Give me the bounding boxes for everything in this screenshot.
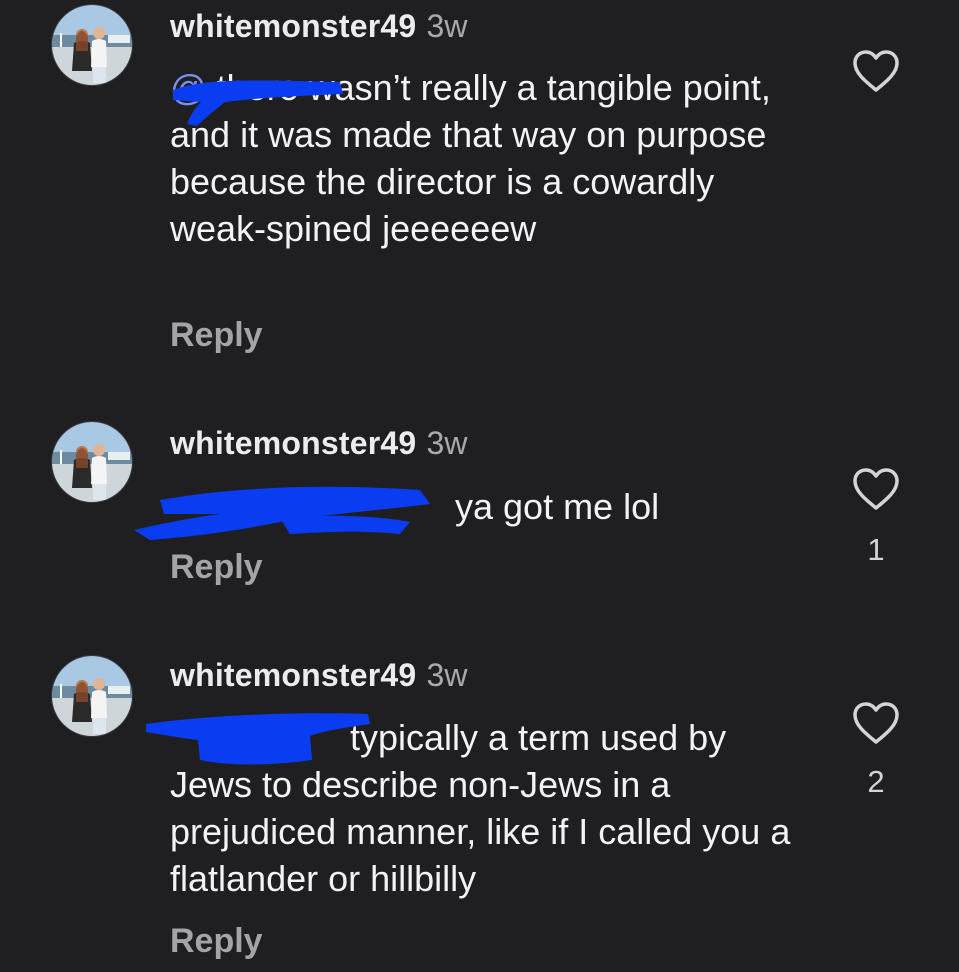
comment-body: typically a term used by Jews to describ…: [170, 717, 791, 899]
comment-thread: whitemonster49 3w @ there wasn’t really a…: [0, 0, 959, 972]
heart-icon: [853, 50, 899, 92]
like-button[interactable]: [851, 700, 901, 746]
comment-text: ya got me lol: [170, 483, 855, 530]
timestamp: 3w: [426, 657, 468, 693]
username[interactable]: whitemonster49 3w: [170, 8, 468, 45]
avatar[interactable]: [51, 655, 133, 737]
username[interactable]: whitemonster49 3w: [170, 425, 468, 462]
comment-text: typically a term used by Jews to describ…: [170, 714, 810, 902]
heart-icon: [853, 702, 899, 744]
reply-button[interactable]: Reply: [170, 922, 263, 961]
comment-text: @ there wasn’t really a tangible point, …: [170, 64, 820, 252]
comment-body: there wasn’t really a tangible point, an…: [170, 67, 771, 249]
timestamp: 3w: [426, 8, 468, 44]
username-text[interactable]: whitemonster49: [170, 8, 416, 44]
mention-link[interactable]: @: [170, 67, 207, 108]
avatar[interactable]: [51, 421, 133, 503]
like-button[interactable]: [851, 466, 901, 512]
avatar-photo: [52, 422, 132, 502]
avatar-photo: [52, 5, 132, 85]
username-text[interactable]: whitemonster49: [170, 657, 416, 693]
timestamp: 3w: [426, 425, 468, 461]
like-count: 2: [867, 764, 885, 799]
username[interactable]: whitemonster49 3w: [170, 657, 468, 694]
reply-button[interactable]: Reply: [170, 548, 263, 587]
heart-icon: [853, 468, 899, 510]
avatar-photo: [52, 656, 132, 736]
avatar[interactable]: [51, 4, 133, 86]
like-button[interactable]: [851, 48, 901, 94]
comment-body: ya got me lol: [455, 486, 660, 527]
reply-button[interactable]: Reply: [170, 316, 263, 355]
username-text[interactable]: whitemonster49: [170, 425, 416, 461]
like-count: 1: [867, 532, 885, 567]
